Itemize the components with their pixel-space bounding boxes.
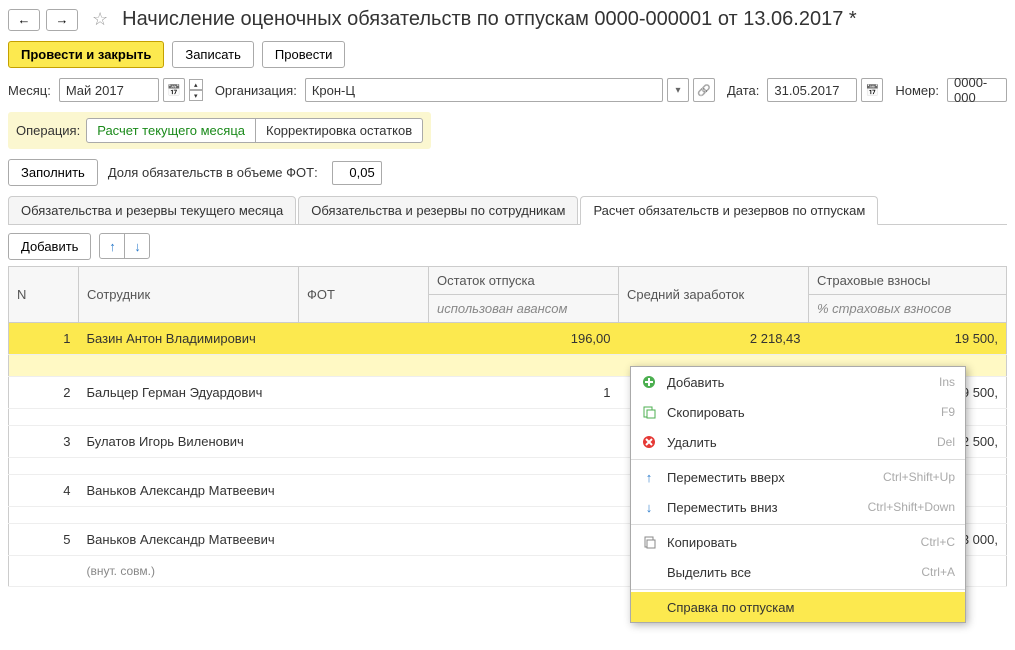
add-row-button[interactable]: Добавить: [8, 233, 91, 260]
number-label: Номер:: [895, 83, 939, 98]
copy-icon: [641, 404, 657, 420]
col-insurance-sub: % страховых взносов: [809, 295, 1007, 323]
arrow-down-icon: ↓: [641, 499, 657, 515]
org-dropdown-icon[interactable]: [667, 78, 689, 102]
ctx-move-up[interactable]: ↑ Переместить вверх Ctrl+Shift+Up: [631, 462, 965, 492]
tab-by-employees[interactable]: Обязательства и резервы по сотрудникам: [298, 196, 578, 225]
forward-button[interactable]: →: [46, 9, 78, 31]
operation-tab-current[interactable]: Расчет текущего месяца: [86, 118, 256, 143]
month-down-button[interactable]: ▾: [189, 90, 203, 101]
save-button[interactable]: Записать: [172, 41, 254, 68]
table-row[interactable]: 1 Базин Антон Владимирович 196,00 2 218,…: [9, 323, 1007, 355]
col-vacation-sub: использован авансом: [429, 295, 619, 323]
move-up-button[interactable]: ↑: [99, 233, 125, 259]
tab-current-month[interactable]: Обязательства и резервы текущего месяца: [8, 196, 296, 225]
month-up-button[interactable]: ▴: [189, 79, 203, 90]
col-employee: Сотрудник: [79, 267, 299, 323]
fill-button[interactable]: Заполнить: [8, 159, 98, 186]
operation-label: Операция:: [16, 123, 80, 138]
org-open-icon[interactable]: [693, 78, 715, 102]
delete-icon: [641, 434, 657, 450]
ctx-move-down[interactable]: ↓ Переместить вниз Ctrl+Shift+Down: [631, 492, 965, 522]
org-field[interactable]: Крон-Ц: [305, 78, 663, 102]
page-title: Начисление оценочных обязательств по отп…: [122, 8, 857, 31]
col-fot: ФОТ: [299, 267, 429, 323]
move-down-button[interactable]: ↓: [124, 233, 150, 259]
org-label: Организация:: [215, 83, 297, 98]
calendar-icon[interactable]: [163, 78, 185, 102]
share-input[interactable]: [332, 161, 382, 185]
tab-vacation-calc[interactable]: Расчет обязательств и резервов по отпуск…: [580, 196, 878, 225]
ctx-copy[interactable]: Скопировать F9: [631, 397, 965, 427]
ctx-delete[interactable]: Удалить Del: [631, 427, 965, 457]
month-field[interactable]: Май 2017: [59, 78, 159, 102]
date-field[interactable]: 31.05.2017: [767, 78, 857, 102]
context-menu: Добавить Ins Скопировать F9 Удалить Del …: [630, 366, 966, 623]
ctx-vacation-report[interactable]: Справка по отпускам: [631, 592, 965, 622]
month-label: Месяц:: [8, 83, 51, 98]
operation-tab-correction[interactable]: Корректировка остатков: [255, 118, 423, 143]
arrow-up-icon: ↑: [641, 469, 657, 485]
col-vacation: Остаток отпуска: [429, 267, 619, 295]
col-avg: Средний заработок: [619, 267, 809, 323]
col-n: N: [9, 267, 79, 323]
favorite-icon[interactable]: ☆: [92, 9, 108, 30]
ctx-clipboard-copy[interactable]: Копировать Ctrl+C: [631, 527, 965, 557]
number-field[interactable]: 0000-000: [947, 78, 1007, 102]
date-label: Дата:: [727, 83, 759, 98]
share-label: Доля обязательств в объеме ФОТ:: [108, 165, 318, 180]
col-insurance: Страховые взносы: [809, 267, 1007, 295]
post-and-close-button[interactable]: Провести и закрыть: [8, 41, 164, 68]
ctx-select-all[interactable]: Выделить все Ctrl+A: [631, 557, 965, 587]
ctx-add[interactable]: Добавить Ins: [631, 367, 965, 397]
clipboard-icon: [641, 534, 657, 550]
plus-icon: [641, 374, 657, 390]
post-button[interactable]: Провести: [262, 41, 346, 68]
back-button[interactable]: ←: [8, 9, 40, 31]
date-calendar-icon[interactable]: [861, 78, 883, 102]
